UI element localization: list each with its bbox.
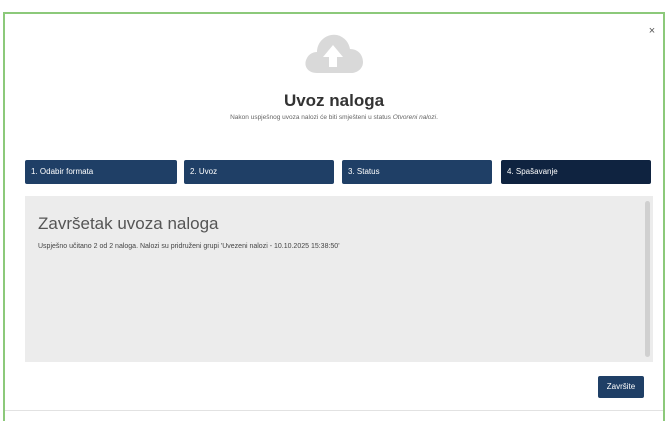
result-message: Uspješno učitano 2 od 2 naloga. Nalozi s… — [38, 243, 340, 250]
result-panel: Završetak uvoza naloga Uspješno učitano … — [25, 196, 653, 362]
import-dialog: × Uvoz naloga Nakon uspješnog uvoza nalo… — [3, 12, 665, 421]
dialog-subtitle: Nakon uspješnog uvoza nalozi će biti smj… — [230, 114, 438, 121]
dialog-title: Uvoz naloga — [283, 91, 385, 110]
result-heading: Završetak uvoza naloga — [38, 214, 219, 233]
step-saving[interactable]: 4. Spašavanje — [501, 160, 651, 184]
cloud-upload-icon — [305, 34, 363, 73]
finish-button[interactable]: Završite — [598, 376, 644, 398]
wizard-steps: 1. Odabir formata 2. Uvoz 3. Status 4. S… — [25, 160, 653, 184]
close-button[interactable]: × — [645, 24, 659, 38]
panel-scrollbar[interactable] — [645, 201, 650, 357]
step-status[interactable]: 3. Status — [342, 160, 492, 184]
step-import[interactable]: 2. Uvoz — [184, 160, 334, 184]
step-format[interactable]: 1. Odabir formata — [25, 160, 177, 184]
footer-divider — [5, 410, 663, 411]
close-icon: × — [648, 25, 656, 37]
